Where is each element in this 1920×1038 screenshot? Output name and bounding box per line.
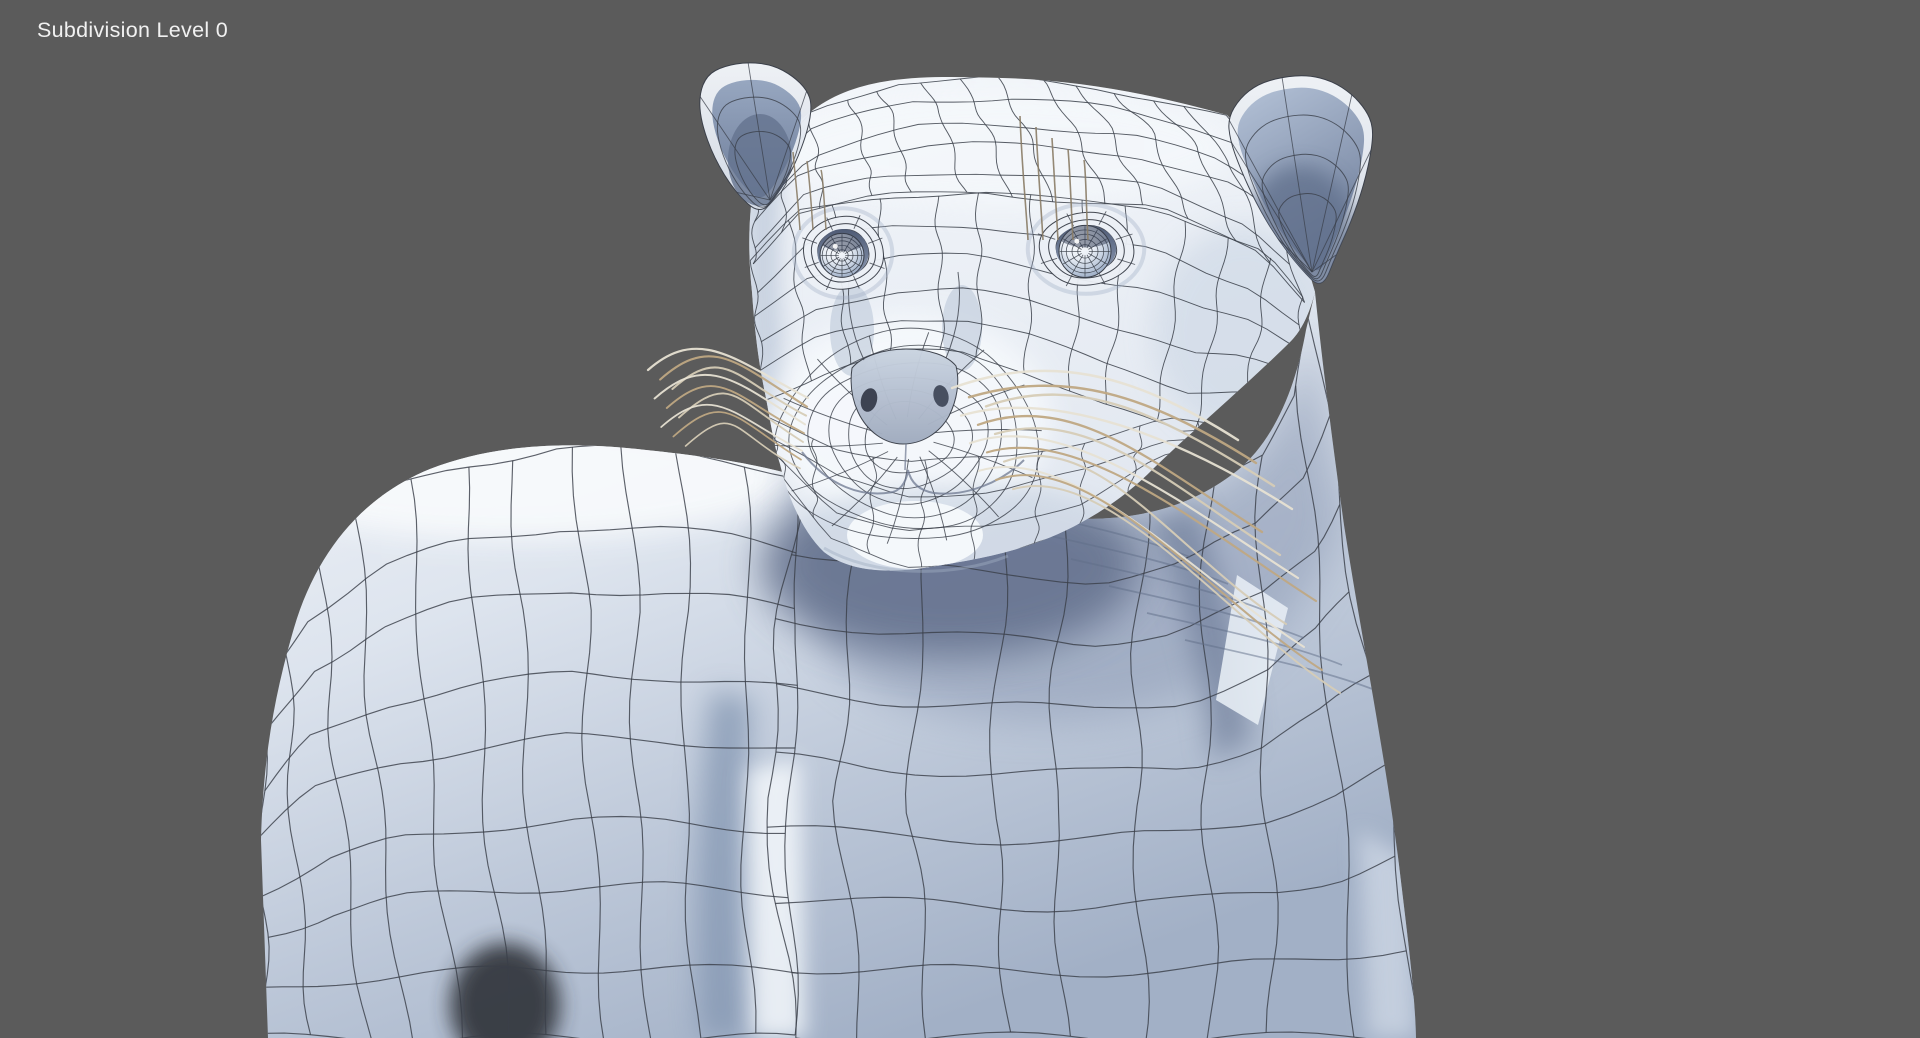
render-viewport: Subdivision Level 0	[0, 0, 1920, 1038]
right-eye	[1028, 204, 1144, 294]
left-eye	[794, 208, 893, 298]
subdivision-level-label: Subdivision Level 0	[37, 18, 228, 43]
model-render-canvas	[0, 0, 1920, 1038]
